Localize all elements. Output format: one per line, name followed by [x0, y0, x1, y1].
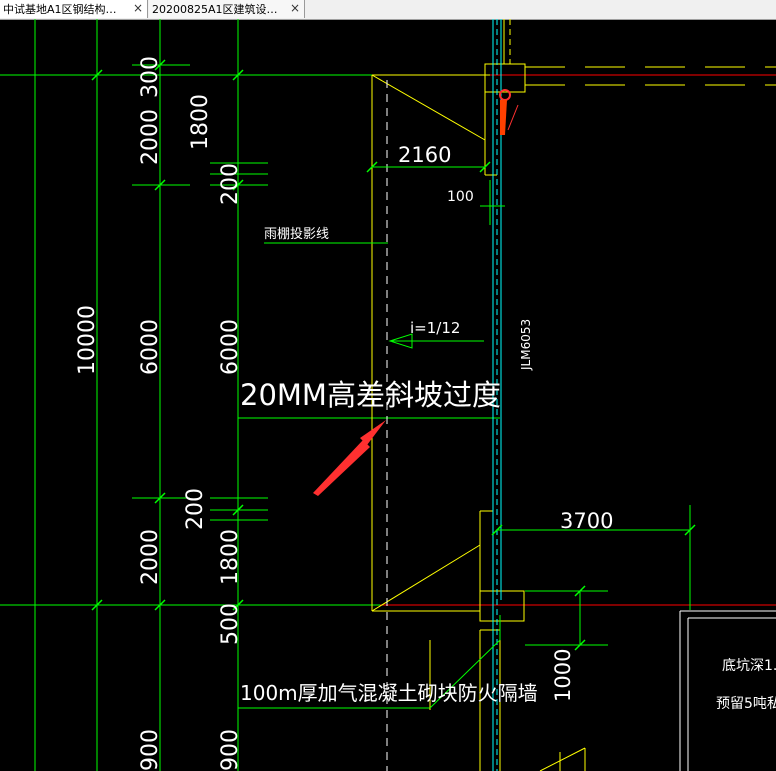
- door-tag-text: JLM6053: [519, 319, 533, 371]
- dim-6000-right: 6000: [218, 319, 243, 375]
- canopy-label: 雨棚投影线: [264, 226, 388, 244]
- left-dimension-texts: 300 2000 10000 6000 200 2000 500 900 180…: [75, 56, 243, 771]
- document-tab-bar: 中试基地A1区钢结构… × 20200825A1区建筑设… ×: [0, 0, 776, 20]
- slope-note-text: 20MM高差斜坡过度: [240, 378, 501, 412]
- canopy-projection-line-text: 雨棚投影线: [264, 226, 329, 242]
- annotation-arrow: [313, 420, 386, 496]
- dim-1800-top: 1800: [188, 94, 213, 150]
- dim-500: 500: [218, 603, 243, 645]
- dim-10000: 10000: [75, 305, 100, 375]
- close-tab-icon[interactable]: ×: [133, 1, 143, 15]
- dim-300: 300: [138, 56, 163, 98]
- pit-depth-text: 底坑深1.8: [722, 658, 776, 674]
- dim-900-right: 900: [218, 729, 243, 771]
- dimension-2160: 2160: [366, 143, 491, 173]
- dim-1000-text: 1000: [551, 649, 575, 702]
- tab-architecture[interactable]: 20200825A1区建筑设… ×: [149, 0, 305, 18]
- tab-label: 中试基地A1区钢结构…: [3, 3, 117, 16]
- red-axis-lines: [0, 74, 776, 606]
- dim-2160-text: 2160: [398, 143, 451, 167]
- slope-indicator: i=1/12: [388, 319, 484, 349]
- pit-room-outline: [679, 610, 776, 771]
- dim-6000-left: 6000: [138, 319, 163, 375]
- dimension-100: 100: [447, 180, 505, 225]
- fire-wall-note-text: 100m厚加气混凝土砌块防火隔墙: [240, 681, 538, 705]
- tab-steel-structure[interactable]: 中试基地A1区钢结构… ×: [0, 0, 148, 18]
- red-marker: [499, 89, 519, 135]
- tab-label: 20200825A1区建筑设…: [152, 3, 278, 16]
- dim-200-top: 200: [218, 163, 243, 205]
- slope-text: i=1/12: [410, 319, 460, 337]
- dim-900-left: 900: [138, 729, 163, 771]
- dim-3700-text: 3700: [560, 509, 613, 533]
- dim-1800-bottom: 1800: [218, 529, 243, 585]
- reserve-text: 预留5吨私: [716, 696, 776, 712]
- dim-2000-bottom: 2000: [138, 529, 163, 585]
- dim-100-text: 100: [447, 189, 474, 205]
- dim-2000-top: 2000: [138, 109, 163, 165]
- cad-drawing-canvas[interactable]: 300 2000 10000 6000 200 2000 500 900 180…: [0, 19, 776, 771]
- dim-200-mid: 200: [183, 488, 208, 530]
- top-right-dashed-lines: [525, 66, 776, 86]
- dimension-3700: 3700: [491, 505, 696, 610]
- close-tab-icon[interactable]: ×: [290, 1, 300, 15]
